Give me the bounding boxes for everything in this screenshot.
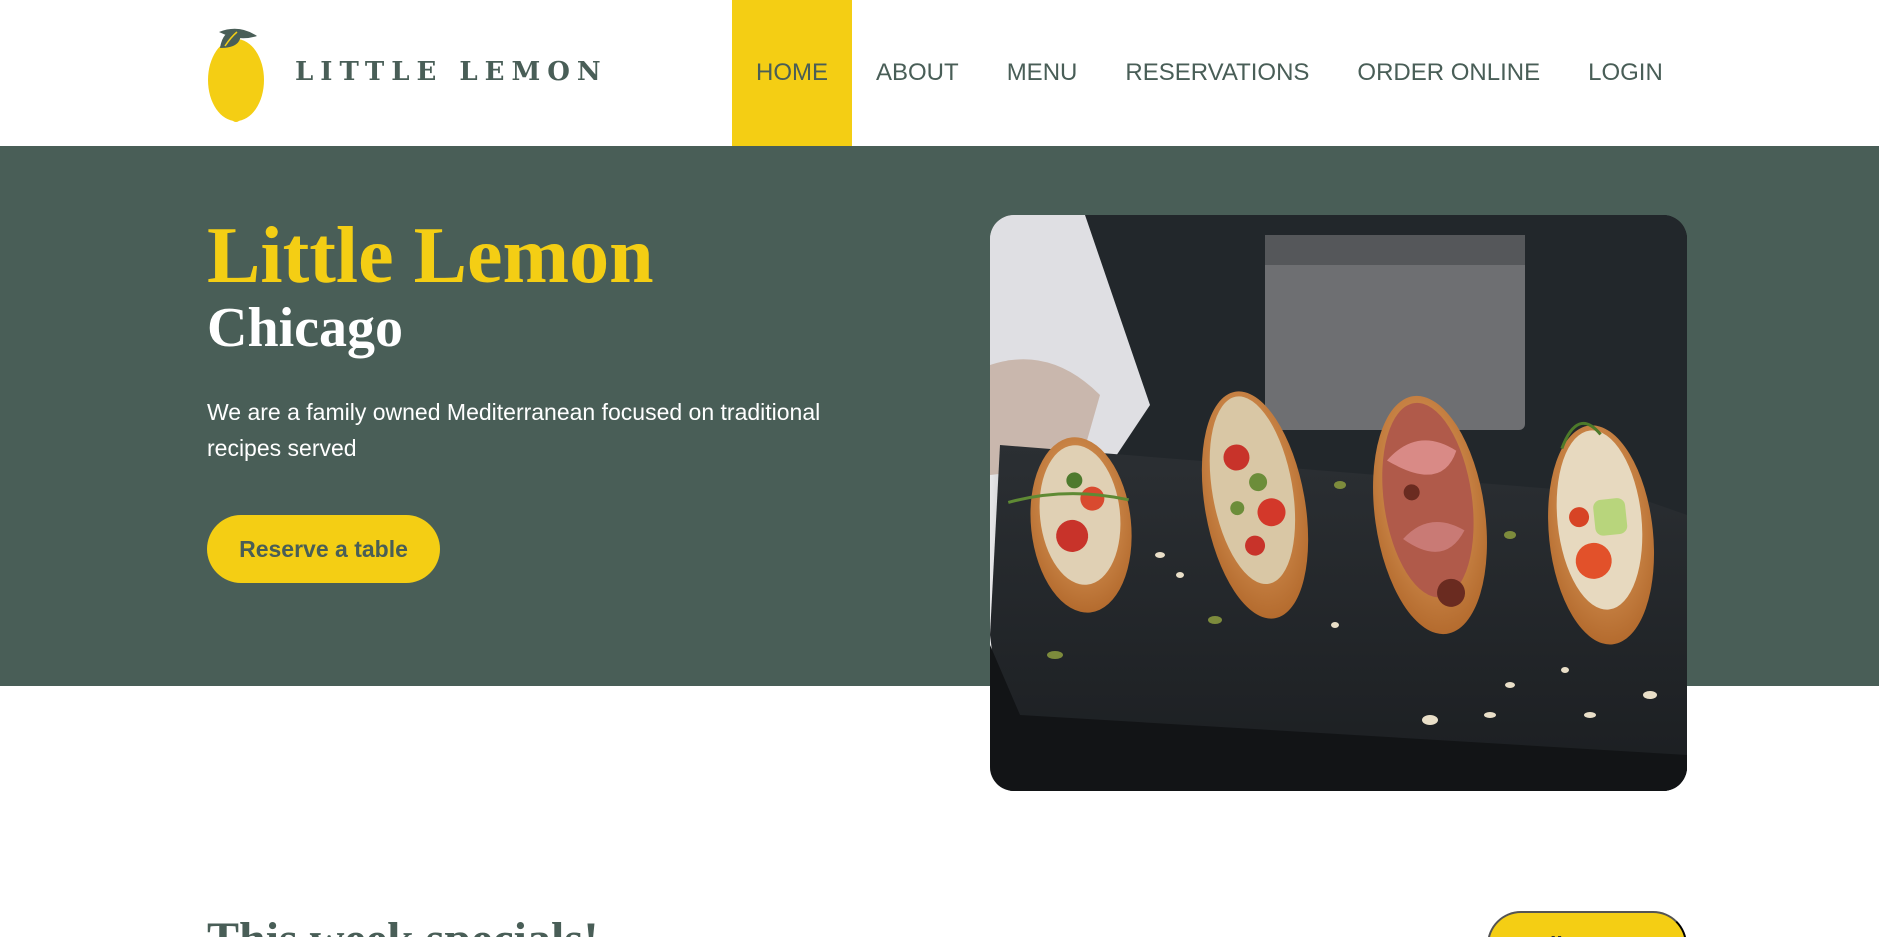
nav-item-order-online[interactable]: ORDER ONLINE <box>1333 0 1564 146</box>
bruschetta-photo <box>990 215 1687 791</box>
nav-item-menu[interactable]: MENU <box>983 0 1102 146</box>
online-menu-button[interactable]: Online Menu <box>1487 911 1687 937</box>
hero-description: We are a family owned Mediterranean focu… <box>207 399 821 461</box>
logo[interactable]: LITTLE LEMON <box>205 18 605 126</box>
nav-item-reservations[interactable]: RESERVATIONS <box>1101 0 1333 146</box>
nav-item-about[interactable]: ABOUT <box>852 0 983 146</box>
specials-title: This week specials! <box>207 912 599 937</box>
hero-title: Little Lemon <box>207 212 654 300</box>
nav-item-login[interactable]: LOGIN <box>1564 0 1687 146</box>
lemon-icon <box>208 28 264 122</box>
main-nav: HOME ABOUT MENU RESERVATIONS ORDER ONLIN… <box>732 0 1687 146</box>
hero-food-image <box>990 215 1687 791</box>
site-header: LITTLE LEMON HOME ABOUT MENU RESERVATION… <box>0 0 1879 146</box>
nav-item-home[interactable]: HOME <box>732 0 852 146</box>
logo-wordmark: LITTLE LEMON <box>295 57 608 87</box>
reserve-table-button[interactable]: Reserve a table <box>207 515 440 583</box>
hero-subtitle: Chicago <box>207 297 403 359</box>
